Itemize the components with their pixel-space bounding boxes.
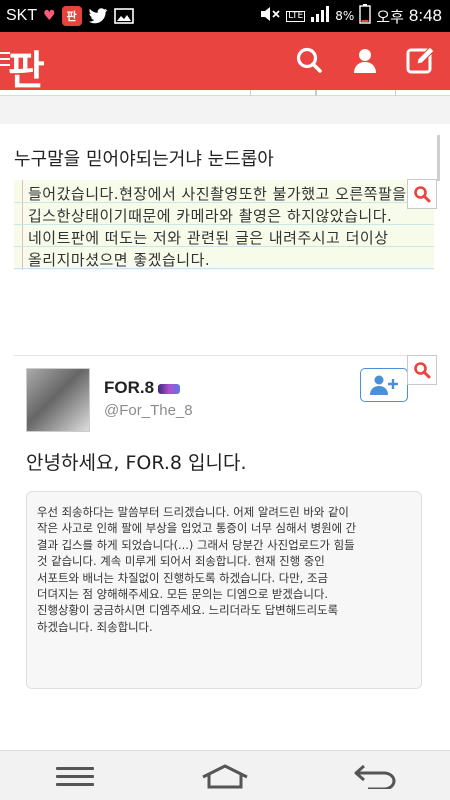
quote-line: 우선 죄송하다는 말씀부터 드리겠습니다. 어제 알려드린 바와 같이 bbox=[37, 505, 349, 519]
post-image-notebook: 들어갔습니다.현장에서 사진촬영또한 불가했고 오른쪽팔을 깁스한상태이기때문에… bbox=[14, 180, 434, 270]
app-header: 판 bbox=[0, 32, 450, 94]
gallery-notification-icon bbox=[113, 7, 134, 25]
twitter-notification-icon bbox=[88, 7, 108, 25]
notebook-line: 깁스한상태이기때문에 카메라와 촬영은 하지않았습니다. bbox=[28, 207, 393, 225]
add-user-icon bbox=[370, 375, 398, 395]
write-icon[interactable] bbox=[404, 43, 438, 77]
pann-app-notification-icon: 판 bbox=[61, 6, 82, 26]
quote-line: 하겠습니다. 죄송합니다. bbox=[37, 619, 153, 634]
search-icon[interactable] bbox=[292, 43, 326, 77]
status-bar: SKT ♥ 판 LTE 8% 오후 8:48 bbox=[0, 0, 450, 32]
menu-icon[interactable] bbox=[45, 756, 105, 796]
system-nav-bar bbox=[0, 750, 450, 800]
tweet-greeting: 안녕하세요, FOR.8 입니다. bbox=[26, 452, 247, 474]
user-icon[interactable] bbox=[348, 43, 382, 77]
notebook-line: 올리지마셨으면 좋겠습니다. bbox=[28, 251, 211, 269]
quote-line: 작은 사고로 인해 팔에 부상을 입었고 통증이 너무 심해서 병원에 간 bbox=[37, 521, 357, 536]
carrier-label: SKT bbox=[6, 7, 38, 24]
emoji-badge bbox=[158, 383, 181, 394]
quote-line: 더뎌지는 점 양해해주세요. 모든 문의는 디엠으로 받겠습니다. bbox=[37, 587, 328, 602]
quote-line: 결과 깁스를 하게 되었습니다(...) 그래서 당분간 사진업로드가 힘들 bbox=[37, 537, 355, 552]
quote-line: 진행상황이 궁금하시면 디엠주세요. 느리더라도 답변해드리도록 bbox=[37, 603, 339, 618]
section-divider bbox=[0, 96, 450, 124]
clock: 8:48 bbox=[408, 6, 442, 25]
notebook-line: 들어갔습니다.현장에서 사진촬영또한 불가했고 오른쪽팔을 bbox=[28, 185, 407, 203]
image-zoom-button[interactable] bbox=[407, 179, 437, 209]
tweet-quote-box: 우선 죄송하다는 말씀부터 드리겠습니다. 어제 알려드린 바와 같이 작은 사… bbox=[26, 491, 422, 689]
follow-button[interactable] bbox=[360, 368, 408, 402]
signal-icon bbox=[310, 5, 330, 27]
pann-logo[interactable]: 판 bbox=[8, 38, 45, 96]
tweet-handle: @For_The_8 bbox=[104, 402, 193, 419]
ampm-label: 오후 bbox=[376, 7, 404, 26]
notebook-line: 네이트판에 떠도는 저와 관련된 글은 내려주시고 더이상 bbox=[28, 229, 389, 247]
zoom-icon bbox=[414, 186, 431, 203]
lte-indicator: LTE bbox=[286, 10, 306, 22]
post-title: 누구말을 믿어야되는거냐 눈드롭아 bbox=[14, 149, 274, 170]
mute-icon bbox=[259, 5, 281, 27]
scrollbar[interactable] bbox=[437, 135, 440, 181]
image-zoom-button[interactable] bbox=[407, 355, 437, 385]
back-icon[interactable] bbox=[345, 756, 405, 796]
quote-line: 것 같습니다. 계속 미루게 되어서 죄송합니다. 현재 진행 중인 bbox=[37, 554, 325, 569]
avatar bbox=[26, 368, 90, 432]
zoom-icon bbox=[414, 362, 431, 379]
heart-notification-icon: ♥ bbox=[43, 8, 56, 24]
tweet-display-name: FOR.8 bbox=[104, 378, 181, 398]
quote-line: 서포트와 배너는 차질없이 진행하도록 하겠습니다. 다만, 조금 bbox=[37, 570, 328, 585]
home-icon[interactable] bbox=[195, 756, 255, 796]
battery-percent: 8% bbox=[335, 9, 355, 23]
battery-icon bbox=[359, 4, 371, 28]
post-image-tweet: FOR.8 @For_The_8 안녕하세요, FOR.8 입니다. 우선 죄송… bbox=[14, 355, 436, 725]
